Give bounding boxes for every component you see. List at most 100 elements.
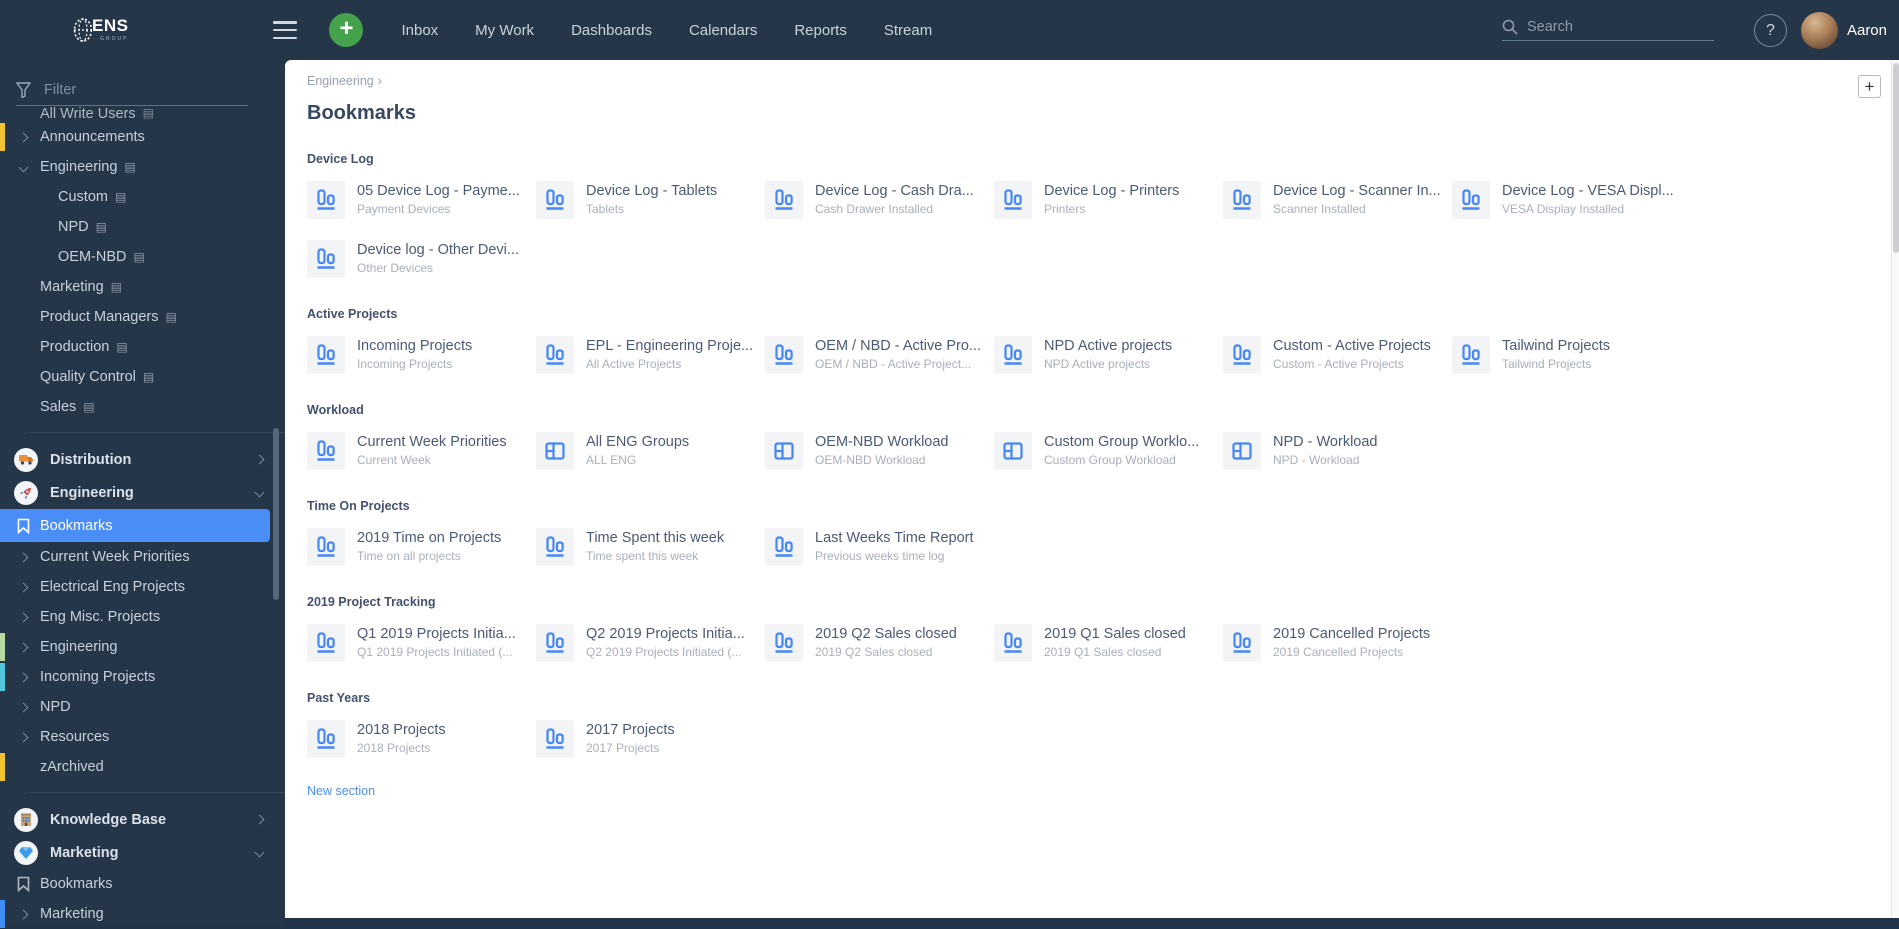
chevron-right-icon[interactable] — [19, 732, 29, 742]
bookmark-card[interactable]: Device log - Other Devi...Other Devices — [307, 240, 532, 280]
bookmark-card[interactable]: 2019 Cancelled Projects2019 Cancelled Pr… — [1223, 624, 1448, 664]
sidebar-item-eng-misc-projects[interactable]: Eng Misc. Projects — [0, 602, 285, 632]
bookmark-card[interactable]: Custom - Active ProjectsCustom - Active … — [1223, 336, 1448, 376]
bookmark-card[interactable]: OEM / NBD - Active Pro...OEM / NBD - Act… — [765, 336, 990, 376]
bookmark-card[interactable]: Device Log - PrintersPrinters — [994, 181, 1219, 221]
help-button[interactable]: ? — [1754, 14, 1787, 47]
nav-item-stream[interactable]: Stream — [884, 22, 932, 39]
sidebar-item-current-week-priorities[interactable]: Current Week Priorities — [0, 542, 285, 572]
chevron-right-icon[interactable] — [19, 909, 29, 919]
bookmark-card[interactable]: Custom Group Worklo...Custom Group Workl… — [994, 432, 1219, 472]
sidebar-item-marketing-bookmarks[interactable]: Bookmarks — [0, 869, 285, 899]
bookmark-card[interactable]: Tailwind ProjectsTailwind Projects — [1452, 336, 1677, 376]
chevron-right-icon[interactable] — [255, 455, 265, 465]
bookmark-card[interactable]: 2017 Projects2017 Projects — [536, 720, 761, 760]
chevron-right-icon[interactable] — [19, 612, 29, 622]
bookmark-card[interactable]: NPD Active projectsNPD Active projects — [994, 336, 1219, 376]
views-icon — [307, 336, 345, 374]
views-icon — [536, 624, 574, 662]
sidebar-item-engineering-sub[interactable]: Engineering — [0, 632, 285, 662]
sidebar-item-engineering[interactable]: Engineering▤ — [0, 152, 285, 182]
chevron-right-icon[interactable] — [19, 672, 29, 682]
bookmark-card[interactable]: Incoming ProjectsIncoming Projects — [307, 336, 532, 376]
nav-item-reports[interactable]: Reports — [794, 22, 847, 39]
bookmark-card[interactable]: Device Log - Cash Dra...Cash Drawer Inst… — [765, 181, 990, 221]
bookmark-card[interactable]: Q2 2019 Projects Initia...Q2 2019 Projec… — [536, 624, 761, 664]
sidebar-item-quality-control[interactable]: Quality Control▤ — [0, 362, 285, 392]
section-past-years: Past Years 2018 Projects2018 Projects 20… — [307, 691, 1899, 760]
chevron-down-icon[interactable] — [255, 848, 265, 858]
sidebar-group-knowledge-base[interactable]: Knowledge Base — [0, 803, 285, 836]
sidebar-item-zarchived[interactable]: zArchived — [0, 752, 285, 782]
bookmark-card[interactable]: NPD - WorkloadNPD - Workload — [1223, 432, 1448, 472]
bookmark-card[interactable]: Device Log - TabletsTablets — [536, 181, 761, 221]
bookmark-card[interactable]: 05 Device Log - Payme...Payment Devices — [307, 181, 532, 221]
chevron-right-icon[interactable] — [19, 552, 29, 562]
main-scrollbar[interactable] — [1891, 60, 1899, 918]
sidebar-item-resources[interactable]: Resources — [0, 722, 285, 752]
section-header: Past Years — [307, 691, 1899, 705]
sidebar-item-all-write-users[interactable]: All Write Users▤ — [0, 106, 285, 122]
gem-icon — [14, 841, 38, 865]
chevron-right-icon[interactable] — [19, 642, 29, 652]
user-name[interactable]: Aaron — [1847, 22, 1887, 39]
search-input[interactable]: Search — [1502, 19, 1714, 41]
bookmark-card[interactable]: OEM-NBD WorkloadOEM-NBD Workload — [765, 432, 990, 472]
sidebar-item-custom[interactable]: Custom▤ — [0, 182, 285, 212]
sidebar-item-electrical-eng-projects[interactable]: Electrical Eng Projects — [0, 572, 285, 602]
bookmark-card[interactable]: Last Weeks Time ReportPrevious weeks tim… — [765, 528, 990, 568]
board-icon: ▤ — [124, 160, 135, 174]
sidebar-item-sales[interactable]: Sales▤ — [0, 392, 285, 422]
chevron-right-icon[interactable] — [19, 582, 29, 592]
global-add-button[interactable]: + — [329, 13, 363, 47]
bookmark-card[interactable]: 2019 Time on ProjectsTime on all project… — [307, 528, 532, 568]
sidebar-item-marketing[interactable]: Marketing▤ — [0, 272, 285, 302]
sidebar-item-incoming-projects[interactable]: Incoming Projects — [0, 662, 285, 692]
sidebar-divider — [30, 792, 285, 793]
bookmark-card[interactable]: 2019 Q1 Sales closed2019 Q1 Sales closed — [994, 624, 1219, 664]
chevron-right-icon[interactable] — [255, 815, 265, 825]
bookmark-card[interactable]: Q1 2019 Projects Initia...Q1 2019 Projec… — [307, 624, 532, 664]
chevron-down-icon[interactable] — [255, 488, 265, 498]
user-avatar[interactable] — [1801, 12, 1838, 49]
bookmark-card[interactable]: Device Log - VESA Displ...VESA Display I… — [1452, 181, 1677, 221]
chevron-right-icon[interactable] — [19, 702, 29, 712]
bookmark-card[interactable]: Current Week PrioritiesCurrent Week — [307, 432, 532, 472]
sidebar-item-marketing-sub[interactable]: Marketing — [0, 899, 285, 929]
sidebar-group-marketing[interactable]: Marketing — [0, 836, 285, 869]
nav-item-dashboards[interactable]: Dashboards — [571, 22, 652, 39]
scrollbar-thumb[interactable] — [1893, 63, 1899, 253]
nav-item-my-work[interactable]: My Work — [475, 22, 534, 39]
bookmark-card[interactable]: Device Log - Scanner In...Scanner Instal… — [1223, 181, 1448, 221]
section-header: Device Log — [307, 152, 1899, 166]
sidebar-item-npd-sub[interactable]: NPD — [0, 692, 285, 722]
bookmark-icon — [17, 518, 30, 534]
bookmark-card[interactable]: Time Spent this weekTime spent this week — [536, 528, 761, 568]
bookmark-card[interactable]: 2018 Projects2018 Projects — [307, 720, 532, 760]
nav-item-calendars[interactable]: Calendars — [689, 22, 757, 39]
sidebar-item-announcements[interactable]: Announcements — [0, 122, 285, 152]
chevron-right-icon[interactable] — [19, 132, 29, 142]
views-icon — [536, 336, 574, 374]
sidebar-item-oem-nbd[interactable]: OEM-NBD▤ — [0, 242, 285, 272]
breadcrumb[interactable]: Engineering› — [307, 74, 1899, 88]
section-header: Workload — [307, 403, 1899, 417]
hamburger-menu-icon[interactable] — [273, 21, 297, 39]
add-view-button[interactable]: + — [1858, 75, 1881, 98]
new-section-link[interactable]: New section — [307, 784, 375, 798]
sidebar-filter[interactable]: Filter — [0, 60, 285, 106]
sidebar-item-production[interactable]: Production▤ — [0, 332, 285, 362]
chevron-down-icon[interactable] — [19, 162, 29, 172]
bookmark-card[interactable]: EPL - Engineering Proje...All Active Pro… — [536, 336, 761, 376]
app-logo[interactable]: ENS GROUP — [70, 17, 128, 43]
views-icon — [1223, 181, 1261, 219]
bookmark-card[interactable]: All ENG GroupsALL ENG — [536, 432, 761, 472]
sidebar-item-product-managers[interactable]: Product Managers▤ — [0, 302, 285, 332]
sidebar-group-engineering[interactable]: Engineering — [0, 476, 285, 509]
sidebar-item-npd[interactable]: NPD▤ — [0, 212, 285, 242]
sidebar-item-bookmarks-selected[interactable]: Bookmarks — [0, 509, 270, 542]
sidebar-group-distribution[interactable]: Distribution — [0, 443, 285, 476]
bookmark-card[interactable]: 2019 Q2 Sales closed2019 Q2 Sales closed — [765, 624, 990, 664]
sidebar-scrollbar[interactable] — [273, 428, 279, 600]
nav-item-inbox[interactable]: Inbox — [401, 22, 438, 39]
